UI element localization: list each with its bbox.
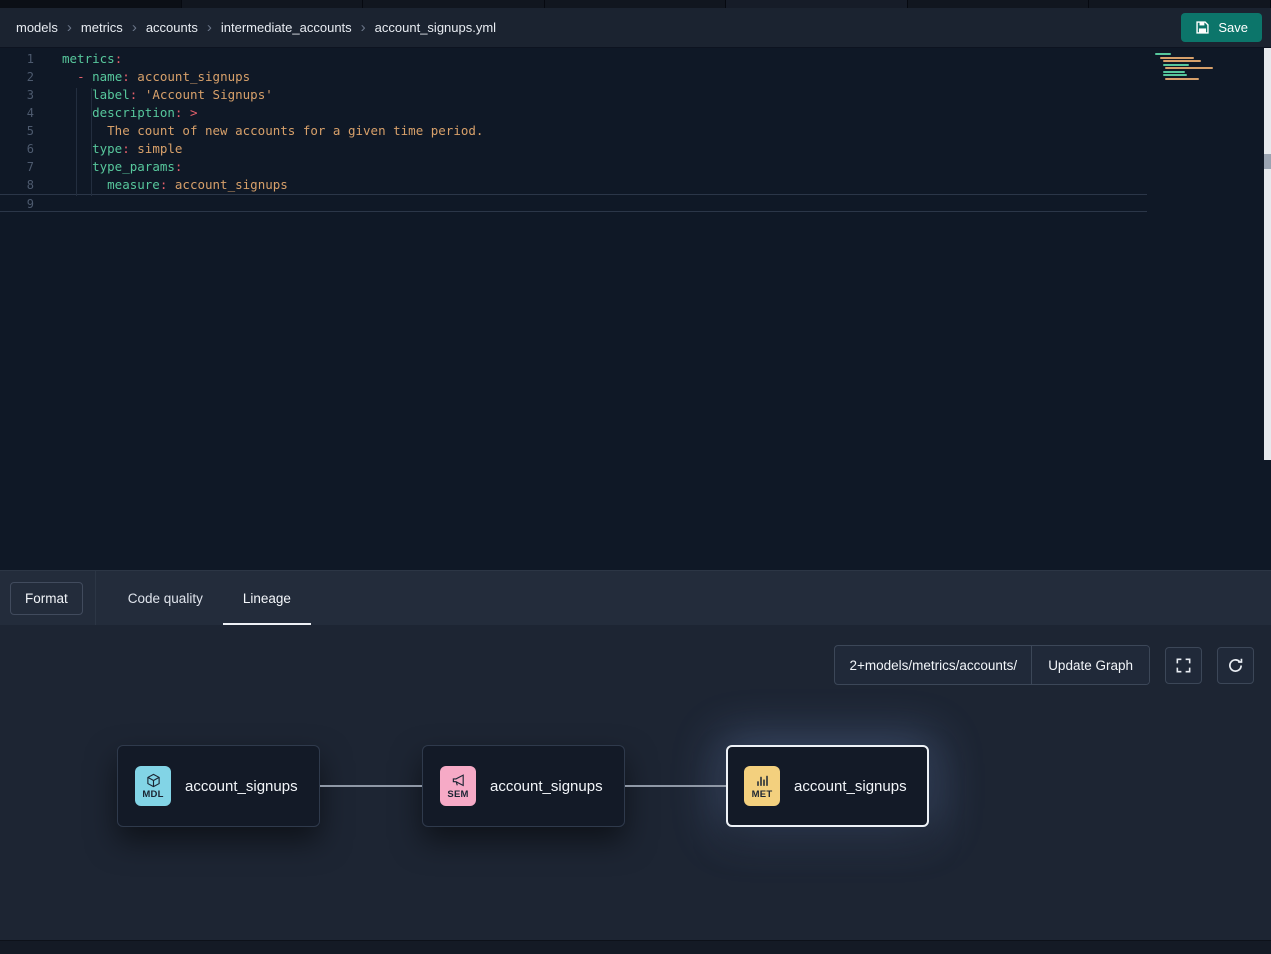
node-label: account_signups <box>185 778 298 795</box>
code-line[interactable]: 7 type_params: <box>0 158 1147 176</box>
code-editor[interactable]: 1metrics:2 - name: account_signups3 labe… <box>0 48 1271 570</box>
editor-tab[interactable] <box>545 0 727 8</box>
fullscreen-icon <box>1175 657 1192 674</box>
breadcrumb-item[interactable]: metrics <box>81 20 123 35</box>
editor-scrollbar[interactable] <box>1264 48 1271 460</box>
node-label: account_signups <box>490 778 603 795</box>
code-line[interactable]: 8 measure: account_signups <box>0 176 1147 194</box>
editor-tab[interactable] <box>908 0 1090 8</box>
sem-badge: SEM <box>440 766 476 806</box>
chevron-right-icon: › <box>132 20 137 35</box>
breadcrumb-item[interactable]: account_signups.yml <box>375 20 496 35</box>
save-button[interactable]: Save <box>1181 13 1262 42</box>
code-line[interactable]: 2 - name: account_signups <box>0 68 1147 86</box>
fullscreen-button[interactable] <box>1165 647 1202 684</box>
line-number: 9 <box>0 195 34 213</box>
bar-chart-icon <box>755 773 770 788</box>
lineage-selector-group: 2+models/metrics/accounts/ Update Graph <box>834 645 1150 685</box>
line-number: 5 <box>0 122 34 140</box>
indent-guide <box>91 88 92 196</box>
code-line[interactable]: 3 label: 'Account Signups' <box>0 86 1147 104</box>
bottom-strip <box>0 940 1271 954</box>
chevron-right-icon: › <box>207 20 212 35</box>
line-number: 7 <box>0 158 34 176</box>
code-line[interactable]: 1metrics: <box>0 50 1147 68</box>
refresh-icon <box>1227 657 1244 674</box>
lineage-canvas[interactable]: 2+models/metrics/accounts/ Update Graph <box>0 625 1271 940</box>
badge-label: MDL <box>142 789 163 800</box>
tab-code-quality[interactable]: Code quality <box>108 571 223 625</box>
lineage-selector-input[interactable]: 2+models/metrics/accounts/ <box>835 646 1031 684</box>
lineage-edge <box>320 785 422 787</box>
breadcrumb-bar: models › metrics › accounts › intermediate_acc… <box>0 8 1271 48</box>
editor-tab[interactable] <box>0 0 182 8</box>
breadcrumb-item[interactable]: models <box>16 20 58 35</box>
line-number: 2 <box>0 68 34 86</box>
editor-tab[interactable] <box>1089 0 1271 8</box>
save-button-label: Save <box>1218 20 1248 35</box>
bottom-panel-tabbar: Format Code qualityLineage <box>0 570 1271 625</box>
lineage-node-sem[interactable]: SEM account_signups <box>422 745 625 827</box>
panel-tabs: Code qualityLineage <box>108 571 311 625</box>
chevron-right-icon: › <box>361 20 366 35</box>
breadcrumb: models › metrics › accounts › intermediate_acc… <box>16 20 496 35</box>
code-line[interactable]: 5 The count of new accounts for a given … <box>0 122 1147 140</box>
refresh-button[interactable] <box>1217 647 1254 684</box>
node-label: account_signups <box>794 778 907 795</box>
editor-tab[interactable] <box>726 0 908 8</box>
lineage-edge <box>625 785 726 787</box>
badge-label: SEM <box>447 789 468 800</box>
breadcrumb-item[interactable]: intermediate_accounts <box>221 20 352 35</box>
lineage-node-met[interactable]: MET account_signups <box>726 745 929 827</box>
update-graph-button[interactable]: Update Graph <box>1031 646 1149 684</box>
line-number: 4 <box>0 104 34 122</box>
editor-tab[interactable] <box>182 0 364 8</box>
cube-icon <box>146 773 161 788</box>
editor-tab-strip <box>0 0 1271 8</box>
app-window: models › metrics › accounts › intermediate_acc… <box>0 0 1271 954</box>
line-number: 8 <box>0 176 34 194</box>
mdl-badge: MDL <box>135 766 171 806</box>
editor-tab[interactable] <box>363 0 545 8</box>
tab-lineage[interactable]: Lineage <box>223 571 311 625</box>
breadcrumb-item[interactable]: accounts <box>146 20 198 35</box>
code-line[interactable]: 6 type: simple <box>0 140 1147 158</box>
minimap[interactable] <box>1155 53 1213 81</box>
scrollbar-thumb[interactable] <box>1264 154 1271 169</box>
save-icon <box>1195 20 1210 35</box>
format-button[interactable]: Format <box>10 582 83 615</box>
lineage-node-mdl[interactable]: MDL account_signups <box>117 745 320 827</box>
line-number: 3 <box>0 86 34 104</box>
met-badge: MET <box>744 766 780 806</box>
indent-guide <box>76 88 77 196</box>
code-line[interactable]: 4 description: > <box>0 104 1147 122</box>
code-lines: 1metrics:2 - name: account_signups3 labe… <box>0 50 1271 212</box>
chevron-right-icon: › <box>67 20 72 35</box>
line-number: 1 <box>0 50 34 68</box>
code-line-active[interactable]: 9 <box>0 194 1147 212</box>
badge-label: MET <box>752 789 773 800</box>
divider <box>95 571 96 626</box>
line-number: 6 <box>0 140 34 158</box>
lineage-controls: 2+models/metrics/accounts/ Update Graph <box>834 645 1254 685</box>
megaphone-icon <box>451 773 466 788</box>
